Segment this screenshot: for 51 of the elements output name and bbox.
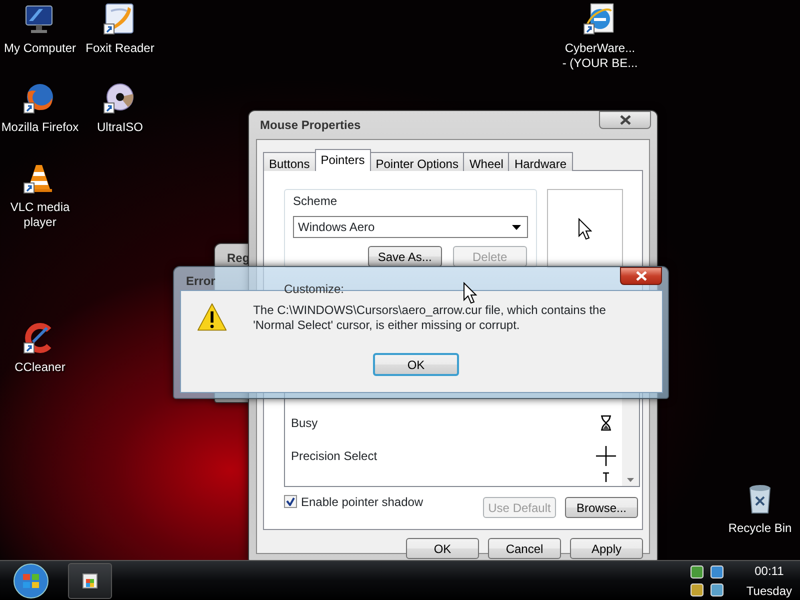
- window-icon: [82, 572, 98, 588]
- tray-icon[interactable]: [690, 582, 704, 596]
- pointer-cursor-icon: [578, 218, 592, 240]
- checkbox-label[interactable]: Enable pointer shadow: [301, 492, 424, 510]
- start-orb-icon[interactable]: [12, 562, 50, 600]
- icon-label[interactable]: VLC media player: [0, 200, 80, 230]
- tray-icon[interactable]: [710, 564, 724, 578]
- icon-label[interactable]: CyberWare... - (YOUR BE...: [562, 41, 638, 71]
- dialog-button[interactable]: OK: [406, 538, 479, 559]
- close-icon: [636, 271, 646, 281]
- group-label: Scheme: [293, 193, 338, 210]
- cursor-name[interactable]: Busy: [291, 414, 318, 432]
- scheme-button[interactable]: Save As...: [368, 246, 442, 267]
- icon-label[interactable]: Recycle Bin: [728, 521, 792, 536]
- tab[interactable]: Buttons: [263, 152, 316, 171]
- tray-icon[interactable]: [690, 564, 704, 578]
- dialog-button[interactable]: Apply: [570, 538, 643, 559]
- tab[interactable]: Pointer Options: [370, 152, 464, 171]
- scheme-dropdown[interactable]: Windows Aero: [293, 216, 528, 238]
- checkbox[interactable]: [284, 495, 297, 508]
- tab[interactable]: Pointers: [314, 149, 371, 171]
- close-button[interactable]: [599, 111, 651, 129]
- tab[interactable]: Wheel: [463, 152, 510, 171]
- hourglass-icon: [599, 414, 613, 430]
- icon-label[interactable]: UltraISO: [96, 120, 143, 135]
- tray-icon[interactable]: [710, 582, 724, 596]
- icon-label[interactable]: Foxit Reader: [86, 41, 154, 56]
- dropdown-arrow-icon: [512, 224, 521, 230]
- clock-day[interactable]: Tuesday: [746, 580, 792, 600]
- error-message: The C:\WINDOWS\Cursors\aero_arrow.cur file, which contains the 'Normal Select' cursor, is either missing or corrupt.: [253, 303, 607, 333]
- crosshair-icon: [596, 446, 616, 466]
- taskbar-button[interactable]: [68, 562, 112, 598]
- close-button[interactable]: [620, 267, 662, 285]
- clock-time[interactable]: 00:11: [746, 560, 792, 580]
- tab[interactable]: Hardware: [508, 152, 572, 171]
- mouse-cursor-icon: [463, 282, 477, 304]
- icon-label[interactable]: Mozilla Firefox: [1, 120, 79, 135]
- text-cursor-icon: [602, 472, 610, 482]
- close-icon: [620, 115, 630, 125]
- list-button[interactable]: Browse...: [565, 497, 638, 518]
- cursor-name[interactable]: Precision Select: [291, 446, 378, 464]
- customize-label: Customize:: [284, 281, 344, 298]
- window-title: Mouse Properties: [260, 117, 361, 134]
- dialog-button[interactable]: Cancel: [488, 538, 561, 559]
- checkmark-icon: [286, 497, 295, 506]
- ok-button[interactable]: OK: [373, 353, 459, 376]
- window-title: Error: [186, 273, 216, 290]
- scroll-down-icon[interactable]: [627, 478, 634, 482]
- icon-label[interactable]: CCleaner: [14, 360, 66, 375]
- warning-icon: [197, 301, 228, 333]
- icon-label[interactable]: My Computer: [4, 41, 76, 56]
